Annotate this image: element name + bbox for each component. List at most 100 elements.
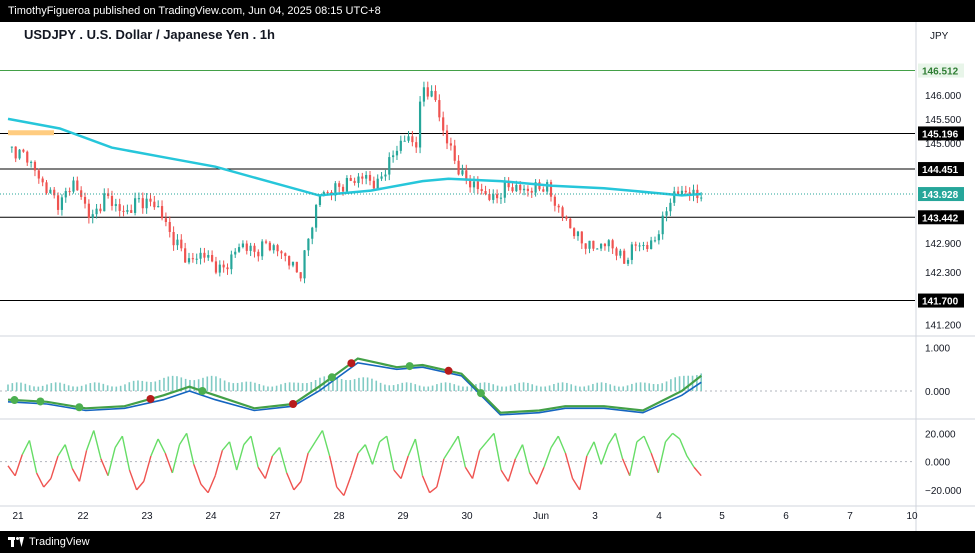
candle[interactable] [307, 238, 310, 251]
candle[interactable] [661, 215, 664, 235]
candle[interactable] [580, 231, 583, 244]
candle[interactable] [218, 264, 221, 273]
candle[interactable] [318, 196, 322, 205]
candle[interactable] [22, 149, 25, 152]
candle[interactable] [349, 178, 352, 181]
macd-cross-marker[interactable] [75, 403, 84, 412]
candle[interactable] [253, 245, 256, 252]
candle[interactable] [110, 195, 114, 206]
candle[interactable] [403, 140, 406, 142]
candle[interactable] [222, 264, 225, 268]
candle[interactable] [407, 136, 410, 141]
candle[interactable] [565, 216, 568, 219]
candle[interactable] [665, 211, 668, 216]
candle[interactable] [607, 240, 610, 247]
candle[interactable] [341, 186, 345, 192]
candle[interactable] [457, 160, 460, 175]
candle[interactable] [18, 149, 21, 159]
candle[interactable] [26, 151, 29, 163]
candle[interactable] [280, 251, 283, 254]
candle[interactable] [291, 261, 295, 266]
candle[interactable] [530, 190, 533, 193]
candle[interactable] [573, 228, 576, 237]
rsi-pane[interactable] [0, 430, 915, 496]
candle[interactable] [569, 218, 572, 229]
candle[interactable] [399, 140, 402, 151]
candle[interactable] [60, 197, 64, 210]
candle[interactable] [311, 227, 314, 239]
candle[interactable] [276, 245, 279, 252]
candle[interactable] [338, 183, 341, 187]
candle[interactable] [172, 231, 175, 246]
candle[interactable] [49, 189, 52, 194]
candle[interactable] [522, 188, 526, 191]
candle[interactable] [130, 210, 133, 213]
candle[interactable] [191, 258, 194, 260]
price-axis[interactable]: 141.200142.300142.900143.900145.000145.5… [918, 63, 964, 497]
price-pane[interactable] [0, 70, 915, 302]
candle[interactable] [207, 255, 210, 258]
candle[interactable] [272, 245, 275, 251]
candle[interactable] [476, 181, 479, 190]
candle[interactable] [103, 193, 106, 212]
candle[interactable] [372, 180, 375, 189]
candle[interactable] [326, 192, 329, 194]
candle[interactable] [480, 189, 483, 192]
candle[interactable] [83, 196, 87, 204]
candle[interactable] [284, 253, 287, 257]
candle[interactable] [72, 180, 75, 192]
candle[interactable] [619, 250, 622, 256]
candle[interactable] [596, 248, 599, 250]
candle[interactable] [630, 244, 633, 260]
candle[interactable] [576, 231, 580, 237]
candle[interactable] [426, 87, 429, 97]
candle[interactable] [87, 203, 90, 218]
macd-cross-marker[interactable] [289, 400, 298, 408]
candle[interactable] [257, 251, 260, 257]
macd-cross-marker[interactable] [146, 394, 155, 403]
candle[interactable] [588, 240, 591, 249]
candle[interactable] [430, 90, 433, 97]
candle[interactable] [10, 146, 13, 148]
candle[interactable] [126, 210, 129, 212]
macd-cross-marker[interactable] [10, 396, 19, 405]
candle[interactable] [157, 206, 160, 208]
candle[interactable] [41, 178, 44, 183]
candle[interactable] [95, 208, 98, 215]
candle[interactable] [653, 240, 657, 242]
candle[interactable] [160, 206, 164, 219]
candle[interactable] [469, 180, 472, 188]
candle[interactable] [438, 100, 441, 118]
candle[interactable] [603, 243, 607, 247]
candle[interactable] [546, 182, 549, 192]
candle[interactable] [288, 256, 291, 266]
candle[interactable] [264, 241, 268, 243]
candle[interactable] [203, 252, 206, 258]
candle[interactable] [684, 190, 687, 193]
candle[interactable] [245, 243, 248, 251]
candle[interactable] [141, 198, 144, 209]
candle[interactable] [453, 145, 456, 161]
candle[interactable] [133, 198, 137, 213]
candle[interactable] [137, 198, 141, 200]
candle[interactable] [241, 243, 245, 248]
candle[interactable] [361, 176, 364, 179]
candle[interactable] [176, 239, 179, 246]
candle[interactable] [411, 136, 414, 143]
candle[interactable] [526, 188, 530, 191]
candle[interactable] [153, 201, 156, 208]
candle[interactable] [145, 198, 148, 209]
candle[interactable] [611, 240, 614, 249]
candle[interactable] [237, 247, 241, 252]
candle[interactable] [422, 87, 426, 102]
candle[interactable] [45, 182, 48, 194]
candle[interactable] [99, 208, 102, 212]
candle[interactable] [299, 272, 302, 279]
candle[interactable] [395, 150, 399, 156]
candle[interactable] [380, 176, 383, 179]
candle[interactable] [561, 207, 564, 217]
candle[interactable] [68, 191, 71, 193]
candle[interactable] [303, 250, 306, 279]
candle[interactable] [365, 174, 368, 179]
candle[interactable] [515, 184, 518, 192]
